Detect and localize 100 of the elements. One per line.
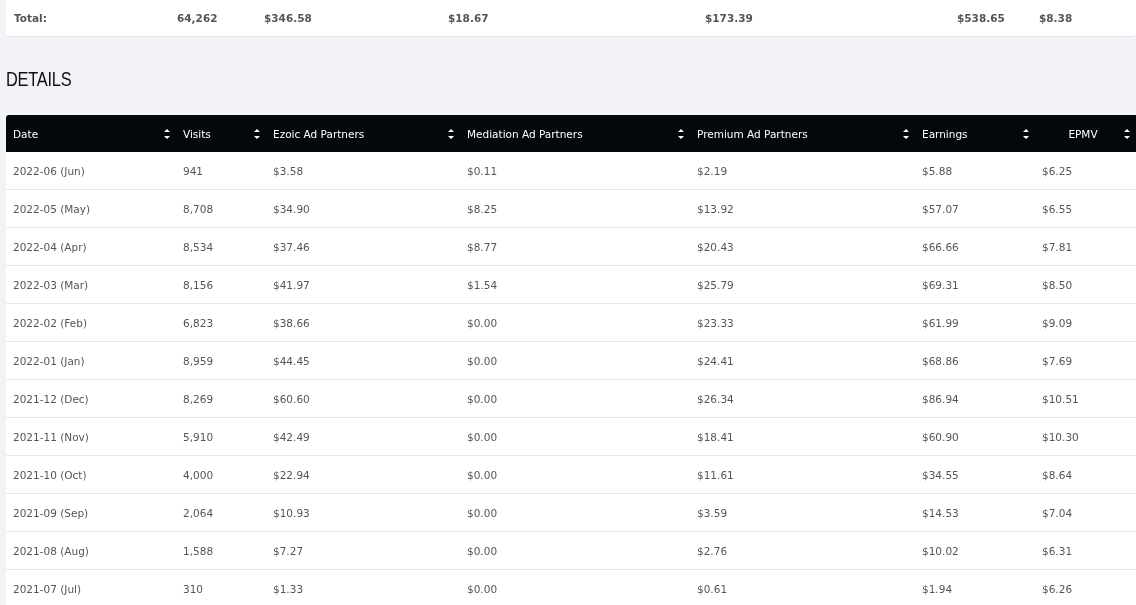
table-cell-text: 2021-12 (Dec) [12, 392, 90, 405]
table-cell-text: 8,269 [182, 392, 215, 405]
table-cell-text: 4,000 [182, 468, 215, 481]
total-value: $8.38 [1039, 12, 1073, 24]
table-cell-text: $11.61 [696, 468, 735, 481]
table-cell-text: $23.33 [696, 316, 735, 329]
table-cell-text: $0.00 [466, 392, 499, 405]
table-cell-text: $69.31 [921, 278, 960, 291]
total-value: 64,262 [177, 12, 218, 24]
table-cell-text: $18.41 [696, 430, 735, 443]
sort-icon [164, 127, 170, 140]
totals-label: Total: [13, 12, 47, 24]
table-cell-text: $0.00 [466, 468, 499, 481]
table-cell-text: $24.41 [696, 354, 735, 367]
table-cell-text: 2022-05 (May) [12, 202, 92, 215]
table-cell-text: $9.09 [1041, 316, 1074, 329]
table-cell-text: 8,959 [182, 354, 215, 367]
table-cell-text: $8.64 [1041, 468, 1074, 481]
table-cell-text: $0.00 [466, 506, 499, 519]
table-cell-text: $61.99 [921, 316, 960, 329]
table-cell-text: 2022-03 (Mar) [12, 278, 90, 291]
table-cell-text: 310 [182, 582, 205, 595]
sort-icon [448, 127, 454, 140]
table-cell-text: $3.59 [696, 506, 729, 519]
table-cell-text: 2021-08 (Aug) [12, 544, 90, 557]
column-header[interactable]: EPMV [1042, 127, 1124, 140]
table-cell-text: 5,910 [182, 430, 215, 443]
table-cell-text: 941 [182, 164, 205, 177]
sort-icon [1023, 127, 1029, 140]
table-cell-text: 8,708 [182, 202, 215, 215]
sort-icon [678, 127, 684, 140]
table-cell-text: $7.81 [1041, 240, 1074, 253]
table-cell-text: $20.43 [696, 240, 735, 253]
table-cell-text: $3.58 [272, 164, 305, 177]
table-cell-text: 1,588 [182, 544, 215, 557]
table-cell-text: 2022-04 (Apr) [12, 240, 88, 253]
table-cell-text: 2021-10 (Oct) [12, 468, 88, 481]
table-cell-text: 8,534 [182, 240, 215, 253]
table-cell-text: $68.86 [921, 354, 960, 367]
table-cell-text: $42.49 [272, 430, 311, 443]
table-cell-text: $34.55 [921, 468, 960, 481]
table-cell-text: $7.04 [1041, 506, 1074, 519]
table-cell-text: 2021-09 (Sep) [12, 506, 90, 519]
table-cell-text: $57.07 [921, 202, 960, 215]
table-cell-text: $6.26 [1041, 582, 1074, 595]
total-value: $538.65 [957, 12, 1005, 24]
table-cell-text: $0.00 [466, 354, 499, 367]
table-cell-text: $0.00 [466, 316, 499, 329]
table-cell-text: $7.69 [1041, 354, 1074, 367]
table-cell-text: $1.33 [272, 582, 305, 595]
column-header[interactable]: Ezoic Ad Partners [273, 127, 448, 140]
column-header[interactable]: Visits [183, 127, 254, 140]
total-value: $18.67 [448, 12, 489, 24]
table-cell-text: $7.27 [272, 544, 305, 557]
column-header[interactable]: Date [13, 127, 164, 140]
table-cell-text: $26.34 [696, 392, 735, 405]
table-cell-text: $22.94 [272, 468, 311, 481]
table-cell-text: $60.60 [272, 392, 311, 405]
table-cell-text: $6.25 [1041, 164, 1074, 177]
table-cell-text: $13.92 [696, 202, 735, 215]
table-cell-text: $0.00 [466, 544, 499, 557]
total-value: $346.58 [264, 12, 312, 24]
table-cell-text: 2021-11 (Nov) [12, 430, 90, 443]
table-cell-text: $37.46 [272, 240, 311, 253]
table-cell-text: $10.02 [921, 544, 960, 557]
table-cell-text: 2021-07 (Jul) [12, 582, 83, 595]
table-cell-text: $6.55 [1041, 202, 1074, 215]
table-cell-text: 2022-01 (Jan) [12, 354, 86, 367]
total-value: $173.39 [705, 12, 753, 24]
sort-icon [1124, 127, 1130, 140]
table-cell-text: $34.90 [272, 202, 311, 215]
table-cell-text: $44.45 [272, 354, 311, 367]
table-cell-text: $1.54 [466, 278, 499, 291]
table-cell-text: $0.11 [466, 164, 499, 177]
table-cell-text: $41.97 [272, 278, 311, 291]
column-header[interactable]: Premium Ad Partners [697, 127, 903, 140]
table-cell-text: $86.94 [921, 392, 960, 405]
sort-icon [254, 127, 260, 140]
column-header[interactable]: Mediation Ad Partners [467, 127, 678, 140]
sort-icon [903, 127, 909, 140]
table-cell-text: $1.94 [921, 582, 954, 595]
table-cell-text: $60.90 [921, 430, 960, 443]
column-header[interactable]: Earnings [922, 127, 1023, 140]
table-cell-text: 2022-02 (Feb) [12, 316, 88, 329]
table-cell-text: $0.00 [466, 430, 499, 443]
table-cell-text: $8.50 [1041, 278, 1074, 291]
table-cell-text: $2.19 [696, 164, 729, 177]
table-cell-text: $8.25 [466, 202, 499, 215]
table-cell-text: $6.31 [1041, 544, 1074, 557]
table-cell-text: $38.66 [272, 316, 311, 329]
table-cell-text: $2.76 [696, 544, 729, 557]
table-cell-text: $8.77 [466, 240, 499, 253]
table-cell-text: $66.66 [921, 240, 960, 253]
table-cell-text: 8,156 [182, 278, 215, 291]
table-cell-text: $10.51 [1041, 392, 1080, 405]
section-title: DETAILS [6, 67, 72, 91]
table-cell-text: $5.88 [921, 164, 954, 177]
table-cell-text: $25.79 [696, 278, 735, 291]
table-cell-text: $10.30 [1041, 430, 1080, 443]
table-cell-text: $0.00 [466, 582, 499, 595]
